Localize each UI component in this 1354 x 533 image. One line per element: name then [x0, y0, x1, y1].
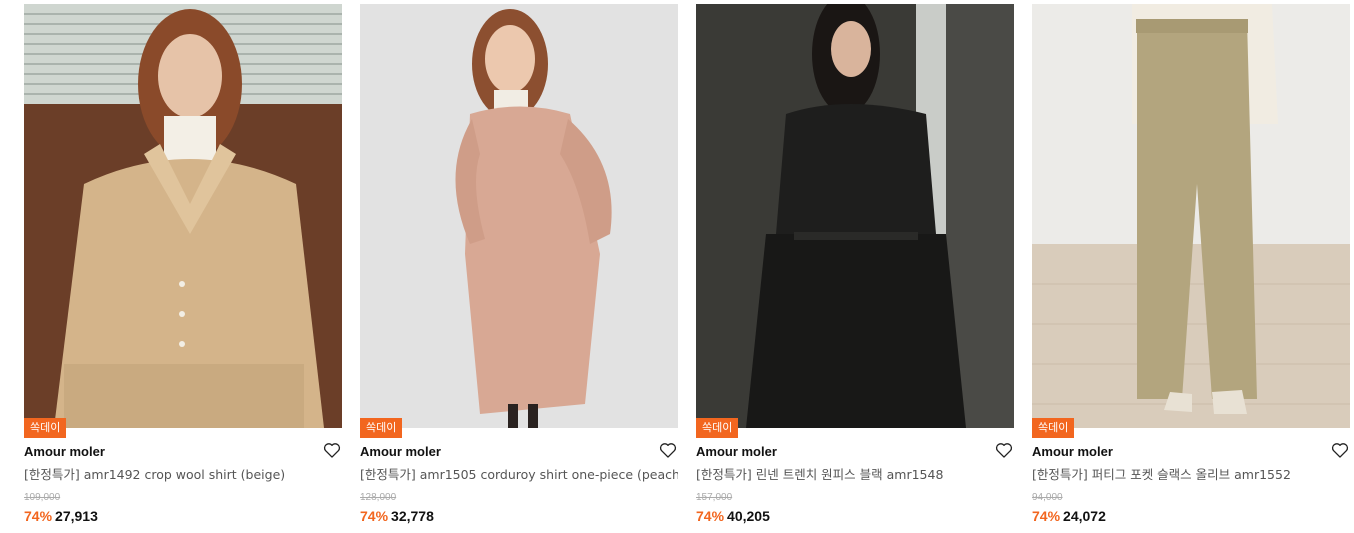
sale-badge: 쏙데이	[696, 418, 739, 438]
product-image[interactable]	[696, 4, 1014, 428]
original-price: 128,000	[360, 492, 397, 503]
original-price: 157,000	[696, 492, 733, 503]
sale-price: 24,072	[1063, 508, 1106, 524]
heart-outline-icon[interactable]	[1330, 440, 1350, 460]
price-row: 74% 24,072	[1032, 507, 1106, 525]
sale-price: 40,205	[727, 508, 770, 524]
heart-outline-icon[interactable]	[994, 440, 1014, 460]
sale-badge: 쏙데이	[360, 418, 403, 438]
product-image[interactable]	[1032, 4, 1350, 428]
price-row: 74% 27,913	[24, 507, 98, 525]
product-name[interactable]: [한정특가] 린넨 트렌치 원피스 블랙 amr1548	[696, 466, 1014, 484]
brand-name[interactable]: Amour moler	[24, 443, 105, 461]
sale-badge: 쏙데이	[24, 418, 67, 438]
original-price: 94,000	[1032, 492, 1063, 503]
price-row: 74% 32,778	[360, 507, 434, 525]
product-name[interactable]: [한정특가] 퍼티그 포켓 슬랙스 올리브 amr1552	[1032, 466, 1350, 484]
brand-name[interactable]: Amour moler	[696, 443, 777, 461]
product-name[interactable]: [한정특가] amr1492 crop wool shirt (beige)	[24, 466, 342, 484]
product-image[interactable]	[360, 4, 678, 428]
sale-price: 32,778	[391, 508, 434, 524]
product-card[interactable]: 쏙데이 Amour moler [한정특가] 퍼티그 포켓 슬랙스 올리브 am…	[1032, 4, 1350, 529]
sale-badge: 쏙데이	[1032, 418, 1075, 438]
product-image[interactable]	[24, 4, 342, 428]
heart-outline-icon[interactable]	[322, 440, 342, 460]
discount-rate: 74%	[1032, 508, 1061, 524]
product-name[interactable]: [한정특가] amr1505 corduroy shirt one-piece …	[360, 466, 678, 484]
discount-rate: 74%	[24, 508, 53, 524]
product-card[interactable]: 쏙데이 Amour moler [한정특가] amr1505 corduroy …	[360, 4, 678, 529]
brand-name[interactable]: Amour moler	[360, 443, 441, 461]
discount-rate: 74%	[696, 508, 725, 524]
product-card[interactable]: 쏙데이 Amour moler [한정특가] amr1492 crop wool…	[24, 4, 342, 529]
product-card[interactable]: 쏙데이 Amour moler [한정특가] 린넨 트렌치 원피스 블랙 amr…	[696, 4, 1014, 529]
brand-name[interactable]: Amour moler	[1032, 443, 1113, 461]
heart-outline-icon[interactable]	[658, 440, 678, 460]
product-grid: 쏙데이 Amour moler [한정특가] amr1492 crop wool…	[24, 4, 1350, 529]
sale-price: 27,913	[55, 508, 98, 524]
original-price: 109,000	[24, 492, 61, 503]
discount-rate: 74%	[360, 508, 389, 524]
price-row: 74% 40,205	[696, 507, 770, 525]
